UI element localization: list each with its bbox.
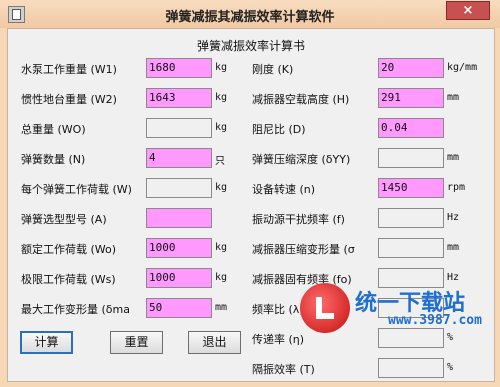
field-label: 传递率 (η) <box>252 333 305 346</box>
value-input[interactable] <box>146 208 212 228</box>
close-button[interactable]: × <box>446 1 490 20</box>
unit-label: % <box>447 332 454 343</box>
value-input[interactable] <box>146 118 212 138</box>
value-input[interactable]: 50 <box>146 298 212 318</box>
field-label: 频率比 (λ) <box>252 303 304 316</box>
app-window: 弹簧减振其减振效率计算软件 × 弹簧减振效率计算书 水泵工作重量 (W1) 168… <box>0 0 500 387</box>
section-title: 弹簧减振效率计算书 <box>196 39 305 53</box>
unit-label: kg <box>215 182 228 193</box>
watermark-url: www.3987.com <box>388 313 482 328</box>
field-label: 最大工作变形量 (δma <box>21 303 130 316</box>
title-bar: 弹簧减振其减振效率计算软件 × <box>0 0 500 28</box>
value-input[interactable]: 1680 <box>146 58 212 78</box>
value-input[interactable] <box>146 178 212 198</box>
reset-button[interactable]: 重置 <box>110 331 163 354</box>
unit-label: 只 <box>215 156 225 167</box>
unit-label: rpm <box>447 182 466 193</box>
field-label: 刚度 (K) <box>252 63 294 76</box>
value-input[interactable] <box>378 238 444 258</box>
unit-label: kg/mm <box>447 62 478 73</box>
field-label: 每个弹簧工作荷载 (W) <box>21 183 132 196</box>
unit-label: mm <box>447 242 460 253</box>
unit-label: kg <box>215 122 228 133</box>
unit-label: Hz <box>447 272 460 283</box>
value-input[interactable]: 4 <box>146 148 212 168</box>
unit-label: mm <box>447 92 460 103</box>
value-input[interactable]: 20 <box>378 58 444 78</box>
unit-label: kg <box>215 62 228 73</box>
unit-label: kg <box>215 92 228 103</box>
value-input[interactable]: 0.04 <box>378 118 444 138</box>
unit-label: kg <box>215 272 228 283</box>
unit-label: % <box>447 362 454 373</box>
unit-label: mm <box>215 302 228 313</box>
unit-label: mm <box>447 152 460 163</box>
watermark-logo: 统一下载站 www.3987.com <box>300 283 495 333</box>
field-label: 弹簧压缩深度 (δYY) <box>252 153 351 166</box>
value-input[interactable] <box>378 148 444 168</box>
download-logo-icon <box>300 283 350 333</box>
field-label: 弹簧选型型号 (A) <box>21 213 107 226</box>
field-label: 水泵工作重量 (W1) <box>21 63 117 76</box>
field-label: 减振器压缩变形量 (σ <box>252 243 355 256</box>
value-input[interactable]: 1000 <box>146 238 212 258</box>
field-label: 总重量 (WO) <box>21 123 86 136</box>
unit-label: Hz <box>447 212 460 223</box>
value-input[interactable] <box>378 358 444 378</box>
field-label: 振动源干扰频率 (f) <box>252 213 345 226</box>
value-input[interactable]: 291 <box>378 88 444 108</box>
value-input[interactable]: 1643 <box>146 88 212 108</box>
exit-button[interactable]: 退出 <box>188 331 241 354</box>
value-input[interactable]: 1450 <box>378 178 444 198</box>
unit-label: kg <box>215 242 228 253</box>
field-label: 设备转速 (n) <box>252 183 316 196</box>
field-label: 弹簧数量 (N) <box>21 153 86 166</box>
value-input[interactable]: 1000 <box>146 268 212 288</box>
field-label: 惯性地台重量 (W2) <box>21 93 117 106</box>
value-input[interactable] <box>378 208 444 228</box>
field-label: 额定工作荷载 (Wo) <box>21 243 117 256</box>
window-title: 弹簧减振其减振效率计算软件 <box>165 10 335 25</box>
field-label: 极限工作荷载 (Ws) <box>21 273 116 286</box>
field-label: 阻尼比 (D) <box>252 123 306 136</box>
field-label: 隔振效率 (T) <box>252 363 315 376</box>
calculate-button[interactable]: 计算 <box>20 331 73 354</box>
field-label: 减振器空载高度 (H) <box>252 93 350 106</box>
